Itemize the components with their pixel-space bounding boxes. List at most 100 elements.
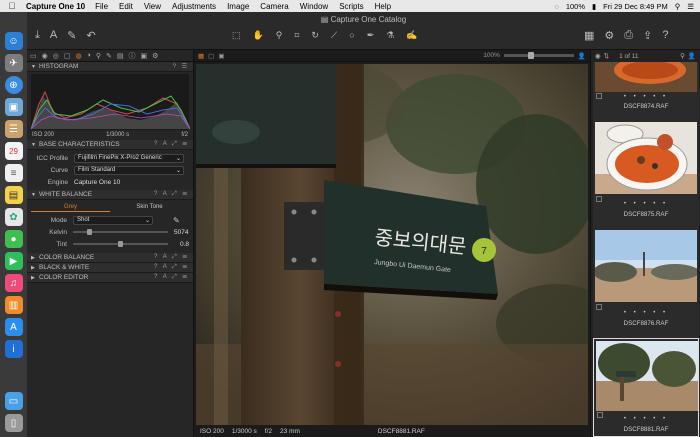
search-icon[interactable]: ⚲: [675, 2, 681, 11]
undo-icon[interactable]: ↶: [86, 29, 95, 42]
rotate-tool-icon[interactable]: ↻: [311, 30, 319, 41]
zoom-slider-handle[interactable]: [527, 52, 534, 59]
wifi-icon[interactable]: ◌: [554, 2, 558, 11]
safari-icon[interactable]: ⊕: [4, 76, 23, 94]
tab-skin-tone[interactable]: Skin Tone: [110, 202, 189, 212]
collapse-icon[interactable]: ▼: [31, 192, 39, 198]
adjust-tab-icon[interactable]: ▤: [117, 52, 124, 60]
zoom-tool-icon[interactable]: ⚲: [276, 30, 283, 41]
composition-tab-icon[interactable]: ▢: [64, 52, 71, 60]
eyedropper-icon[interactable]: ✎: [173, 216, 180, 225]
kelvin-slider-handle[interactable]: [87, 229, 93, 235]
black-white-header[interactable]: ▶ BLACK & WHITE ? A ⤢ ☰: [27, 263, 193, 273]
color-balance-header[interactable]: ▶ COLOR BALANCE ? A ⤢ ☰: [27, 253, 193, 263]
person-filter-icon[interactable]: 👤: [688, 52, 696, 60]
sort-icon[interactable]: ⇅: [604, 52, 609, 60]
menu-view[interactable]: View: [144, 2, 161, 11]
brush-icon[interactable]: ✎: [67, 29, 76, 42]
tint-slider-handle[interactable]: [118, 241, 123, 247]
grid-icon[interactable]: ▦: [584, 29, 594, 42]
kelvin-value[interactable]: 5074: [174, 229, 188, 236]
preview-icon[interactable]: ▣: [4, 98, 23, 116]
collapse-icon[interactable]: ▼: [31, 142, 39, 148]
calendar-icon[interactable]: 29: [4, 142, 23, 160]
metadata-tab-icon[interactable]: ⓘ: [128, 51, 135, 61]
export-icon[interactable]: ⇪: [643, 29, 652, 42]
trash-icon[interactable]: ▯: [4, 414, 23, 432]
thumbnail-4-selected[interactable]: • • • • • DSCF8881.RAF: [593, 338, 699, 437]
section-icons[interactable]: ? ☰: [173, 63, 189, 70]
help-icon[interactable]: ?: [662, 29, 668, 41]
base-characteristics-header[interactable]: ▼ BASE CHARACTERISTICS ? A ⤢ ☰: [27, 140, 193, 150]
menu-camera[interactable]: Camera: [260, 2, 288, 11]
capture-tab-icon[interactable]: ◉: [42, 52, 48, 60]
contacts-icon[interactable]: ☰: [4, 120, 23, 138]
white-balance-header[interactable]: ▼ WHITE BALANCE ? A ⤢ ☰: [27, 190, 193, 200]
person-icon[interactable]: 👤: [578, 52, 586, 60]
music-icon[interactable]: ♫: [4, 274, 23, 292]
print-icon[interactable]: ⎙: [624, 29, 633, 42]
eye-icon[interactable]: ◉: [595, 52, 601, 60]
tint-value[interactable]: 0.8: [180, 241, 189, 248]
thumbnail-1[interactable]: • • • • • DSCF8874.RAF: [593, 62, 699, 120]
keystone-tool-icon[interactable]: ⟋: [331, 30, 337, 41]
compare-view-icon[interactable]: ▣: [218, 52, 224, 60]
section-icons[interactable]: ? A ⤢ ☰: [154, 141, 189, 148]
color-tab-icon[interactable]: ◍: [75, 52, 81, 60]
section-icons[interactable]: ? A ⤢ ☰: [154, 254, 189, 261]
menu-image[interactable]: Image: [227, 2, 249, 11]
mask-brush-icon[interactable]: ✒: [367, 30, 375, 41]
import-icon[interactable]: ⤓: [35, 29, 40, 42]
thumbnail-3-rating[interactable]: • • • • •: [593, 310, 699, 316]
select-tool-icon[interactable]: ⬚: [232, 30, 241, 41]
notes-icon[interactable]: ≡: [4, 164, 23, 182]
settings-icon[interactable]: ⚙: [604, 29, 614, 42]
messages-icon[interactable]: ●: [4, 230, 23, 248]
icc-profile-select[interactable]: Fujifilm FinePix X-Pro2 Generic ⌄: [74, 153, 184, 163]
library-tab-icon[interactable]: ▭: [30, 52, 37, 60]
tab-grey[interactable]: Grey: [31, 202, 110, 212]
histogram-header[interactable]: ▼ HISTOGRAM ? ☰: [27, 62, 193, 72]
section-icons[interactable]: ? A ⤢ ☰: [154, 274, 189, 281]
menu-scripts[interactable]: Scripts: [339, 2, 363, 11]
zoom-slider[interactable]: [503, 52, 574, 59]
section-icons[interactable]: ? A ⤢ ☰: [154, 191, 189, 198]
app-store-icon[interactable]: A: [4, 318, 23, 336]
thumbnail-2[interactable]: • • • • • DSCF8875.RAF: [593, 120, 699, 228]
main-photo[interactable]: 7 중보의대문 Jungbo Ui Daemun Gate: [196, 64, 588, 425]
annotate-tool-icon[interactable]: ✍: [406, 30, 417, 41]
battery-icon[interactable]: ▮: [592, 2, 596, 11]
menu-window[interactable]: Window: [300, 2, 328, 11]
thumbnail-3[interactable]: • • • • • DSCF8876.RAF: [593, 228, 699, 338]
wb-mode-select[interactable]: Shot ⌄: [73, 215, 153, 225]
picker-tool-icon[interactable]: ⚗: [386, 30, 394, 41]
menu-help[interactable]: Help: [375, 2, 391, 11]
menu-list-icon[interactable]: ☰: [687, 2, 694, 11]
downloads-folder-icon[interactable]: ▭: [4, 392, 23, 410]
tint-slider[interactable]: [73, 241, 168, 247]
details-tab-icon[interactable]: ⚲: [96, 52, 101, 60]
menu-edit[interactable]: Edit: [119, 2, 133, 11]
local-adjust-tab-icon[interactable]: ✎: [106, 52, 112, 60]
multi-view-icon[interactable]: ▦: [198, 52, 204, 60]
expand-icon[interactable]: ▶: [31, 275, 39, 281]
menu-app-name[interactable]: Capture One 10: [26, 2, 85, 11]
info-icon[interactable]: i: [4, 340, 23, 358]
expand-icon[interactable]: ▶: [31, 255, 39, 261]
batch-tab-icon[interactable]: ⚙: [152, 52, 158, 60]
thumbnail-1-rating[interactable]: • • • • •: [593, 94, 699, 100]
exposure-tab-icon[interactable]: ◑: [87, 52, 91, 59]
pan-tool-icon[interactable]: ✋: [253, 30, 264, 41]
launchpad-icon[interactable]: ✈: [4, 54, 23, 72]
filter-search-icon[interactable]: ⚲: [680, 52, 685, 60]
spot-tool-icon[interactable]: ○: [349, 30, 354, 40]
photos-icon[interactable]: ✿: [4, 208, 23, 226]
finder-icon[interactable]: ☺: [4, 32, 23, 50]
output-tab-icon[interactable]: ▣: [140, 52, 147, 60]
curve-select[interactable]: Film Standard ⌄: [74, 165, 184, 175]
single-view-icon[interactable]: ▢: [208, 52, 214, 60]
color-editor-header[interactable]: ▶ COLOR EDITOR ? A ⤢ ☰: [27, 273, 193, 283]
menu-adjustments[interactable]: Adjustments: [172, 2, 216, 11]
crop-tool-icon[interactable]: ⌗: [294, 30, 299, 41]
books-icon[interactable]: ▥: [4, 296, 23, 314]
